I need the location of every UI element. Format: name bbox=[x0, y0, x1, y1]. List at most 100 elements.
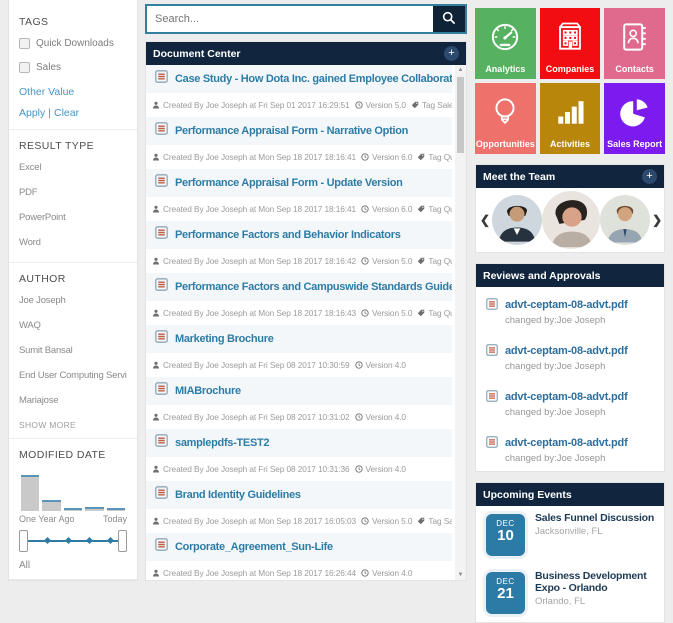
tag-filter-sales[interactable]: Sales bbox=[19, 62, 127, 73]
review-file-link[interactable]: advt-ceptam-08-advt.pdf bbox=[505, 299, 628, 311]
checkbox-icon[interactable] bbox=[19, 62, 30, 73]
event-item[interactable]: DEC 21 Business Development Expo - Orlan… bbox=[476, 564, 664, 622]
author-filter-item[interactable]: Joe Joseph bbox=[19, 295, 127, 306]
document-list: Case Study - How Dota Inc. gained Employ… bbox=[146, 65, 466, 580]
reviews-and-approvals-panel: Reviews and Approvals advt-ceptam-08-adv… bbox=[475, 263, 665, 472]
result-type-filter-item[interactable]: PDF bbox=[19, 187, 127, 198]
tile-contacts[interactable]: Contacts bbox=[604, 8, 665, 79]
author-filter-item[interactable]: WAQ bbox=[19, 320, 127, 331]
show-more-link[interactable]: SHOW MORE bbox=[19, 420, 127, 430]
tag-filter-quick-downloads[interactable]: Quick Downloads bbox=[19, 38, 127, 49]
document-title-link[interactable]: Performance Factors and Campuswide Stand… bbox=[175, 281, 452, 293]
clock-icon bbox=[361, 153, 369, 161]
document-title-link[interactable]: Performance Appraisal Form - Update Vers… bbox=[175, 177, 403, 189]
document-title-link[interactable]: samplepdfs-TEST2 bbox=[175, 437, 270, 449]
document-icon bbox=[155, 226, 168, 244]
person-icon bbox=[152, 569, 160, 577]
result-type-filter-item[interactable]: Excel bbox=[19, 162, 127, 173]
search-input[interactable] bbox=[147, 6, 433, 32]
slider-handle-left[interactable] bbox=[19, 530, 28, 552]
carousel-left-icon[interactable]: ❮ bbox=[478, 213, 492, 227]
review-file-link[interactable]: advt-ceptam-08-advt.pdf bbox=[505, 345, 628, 357]
document-row: Case Study - How Dota Inc. gained Employ… bbox=[146, 65, 452, 117]
document-created-text: Created By Joe Joseph at Fri Sep 08 2017… bbox=[163, 412, 350, 422]
document-row: Performance Factors and Behavior Indicat… bbox=[146, 221, 452, 273]
building-icon bbox=[552, 19, 588, 64]
tile-sales-report[interactable]: Sales Report bbox=[604, 83, 665, 154]
panel-title: Reviews and Approvals bbox=[483, 269, 601, 282]
document-title-link[interactable]: Performance Factors and Behavior Indicat… bbox=[175, 229, 401, 241]
event-location: Jacksonville, FL bbox=[535, 526, 603, 537]
event-title: Business Development Expo - Orlando bbox=[535, 570, 647, 594]
other-value-link[interactable]: Other Value bbox=[19, 86, 127, 98]
date-range-labels: One Year Ago Today bbox=[19, 514, 127, 524]
document-title-link[interactable]: Corporate_Agreement_Sun-Life bbox=[175, 541, 333, 553]
document-created-text: Created By Joe Joseph at Mon Sep 18 2017… bbox=[163, 568, 356, 578]
result-type-section-title: RESULT TYPE bbox=[19, 140, 95, 152]
person-icon bbox=[152, 361, 160, 369]
author-filter-item[interactable]: Mariajose bbox=[19, 395, 127, 406]
document-title-link[interactable]: Marketing Brochure bbox=[175, 333, 274, 345]
review-file-link[interactable]: advt-ceptam-08-advt.pdf bbox=[505, 437, 628, 449]
event-item[interactable]: DEC 10 Sales Funnel Discussion Jacksonvi… bbox=[476, 506, 664, 564]
result-type-filter-item[interactable]: PowerPoint bbox=[19, 212, 127, 223]
tile-activities[interactable]: Activities bbox=[539, 83, 601, 154]
add-team-member-button[interactable]: + bbox=[642, 169, 657, 184]
tile-label: Activities bbox=[549, 139, 590, 149]
events-list: DEC 10 Sales Funnel Discussion Jacksonvi… bbox=[476, 506, 664, 622]
document-title-link[interactable]: Performance Appraisal Form - Narrative O… bbox=[175, 125, 408, 137]
tile-label: Companies bbox=[545, 64, 595, 74]
carousel-right-icon[interactable]: ❯ bbox=[650, 213, 664, 227]
team-member-avatar[interactable] bbox=[492, 195, 543, 245]
lightbulb-icon bbox=[487, 94, 523, 139]
result-type-filter-item[interactable]: Word bbox=[19, 237, 127, 248]
author-filter-item[interactable]: Sumit Bansal bbox=[19, 345, 127, 356]
document-created-text: Created By Joe Joseph at Mon Sep 18 2017… bbox=[163, 204, 356, 214]
histogram-bar bbox=[42, 500, 61, 511]
search-button[interactable] bbox=[433, 6, 465, 32]
range-start-label: One Year Ago bbox=[19, 514, 75, 524]
document-title-row: Corporate_Agreement_Sun-Life bbox=[146, 533, 452, 561]
review-changed-by: changed by:Joe Joseph bbox=[505, 453, 606, 464]
date-range-slider[interactable] bbox=[19, 530, 127, 552]
document-meta-row: Created By Joe Joseph at Fri Sep 08 2017… bbox=[146, 353, 452, 377]
tile-companies[interactable]: Companies bbox=[539, 8, 601, 79]
author-filter-item[interactable]: End User Computing Services bbox=[19, 370, 127, 381]
document-version-text: Version 5.0 bbox=[371, 308, 413, 318]
scroll-down-icon[interactable]: ▼ bbox=[455, 572, 466, 578]
document-version-text: Version 5.0 bbox=[371, 516, 413, 526]
team-member-avatar[interactable] bbox=[600, 195, 651, 245]
document-title-link[interactable]: Brand Identity Guidelines bbox=[175, 489, 301, 501]
document-title-link[interactable]: Case Study - How Dota Inc. gained Employ… bbox=[175, 73, 452, 85]
person-icon bbox=[152, 101, 160, 109]
histogram-bar bbox=[106, 508, 126, 511]
clear-link[interactable]: Clear bbox=[54, 107, 79, 119]
document-column: Document Center + Case Study - How Dota … bbox=[145, 4, 467, 581]
document-tag-text: Tag Sales bbox=[421, 100, 452, 110]
clock-icon bbox=[354, 101, 363, 109]
gauge-icon bbox=[487, 19, 523, 64]
review-changed-by: changed by:Joe Joseph bbox=[505, 315, 606, 326]
page: TAGS Quick Downloads Sales Other Value A… bbox=[0, 0, 673, 623]
document-row: Brand Identity Guidelines Created By Joe… bbox=[146, 481, 452, 533]
document-version-text: Version 6.0 bbox=[371, 204, 413, 214]
pie-chart-icon bbox=[617, 94, 653, 139]
checkbox-icon[interactable] bbox=[19, 38, 30, 49]
tags-section-title: TAGS bbox=[19, 16, 49, 28]
team-member-avatar[interactable] bbox=[542, 191, 601, 249]
document-icon bbox=[155, 434, 168, 452]
review-file-link[interactable]: advt-ceptam-08-advt.pdf bbox=[505, 391, 628, 403]
tile-analytics[interactable]: Analytics bbox=[475, 8, 536, 79]
document-version-text: Version 4.0 bbox=[365, 360, 407, 370]
document-title-link[interactable]: MIABrochure bbox=[175, 385, 241, 397]
scrollbar-thumb[interactable] bbox=[457, 77, 464, 153]
document-row: Performance Appraisal Form - Narrative O… bbox=[146, 117, 452, 169]
scroll-up-icon[interactable]: ▲ bbox=[455, 67, 466, 73]
scrollbar[interactable]: ▲ ▼ bbox=[455, 65, 466, 580]
slider-handle-right[interactable] bbox=[118, 530, 127, 552]
tile-opportunities[interactable]: Opportunities bbox=[475, 83, 536, 154]
apply-link[interactable]: Apply bbox=[19, 107, 45, 119]
add-document-button[interactable]: + bbox=[444, 46, 459, 61]
modified-date-histogram bbox=[21, 471, 126, 511]
pdf-file-icon bbox=[486, 435, 498, 464]
